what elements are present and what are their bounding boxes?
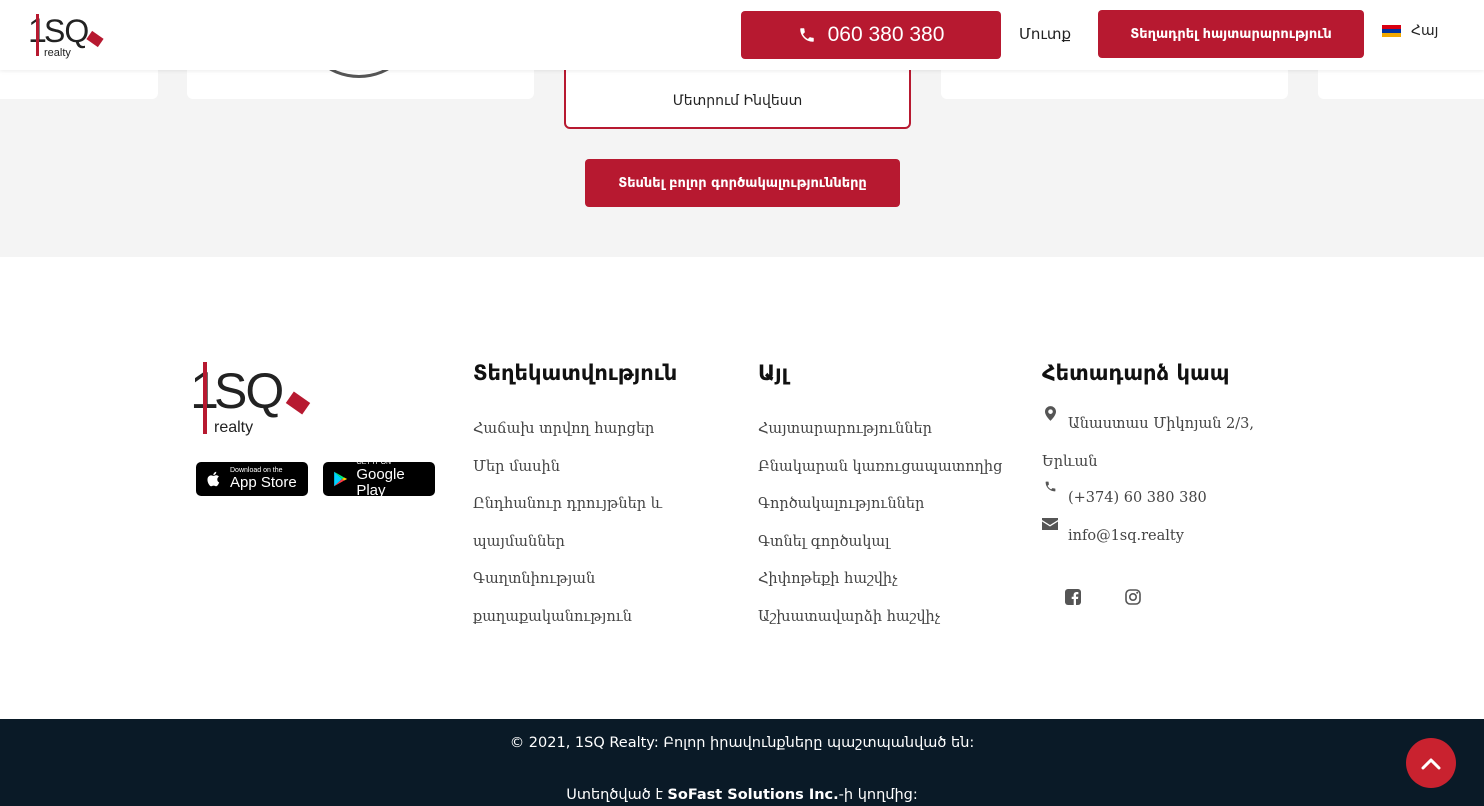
other-links: Հայտարարություններ Բնակարան կառուցապատող… [758,411,1002,636]
contact-email[interactable]: info@1sq.realty [1042,518,1184,556]
find-agent-link[interactable]: Գտնել գործակալ [758,524,1002,562]
made-by-prefix: Ստեղծված է [566,787,668,803]
made-by-company[interactable]: SoFast Solutions Inc. [667,787,838,803]
listings-link[interactable]: Հայտարարություններ [758,411,1002,449]
agencies-link[interactable]: Գործակալություններ [758,486,1002,524]
terms-link-cont[interactable]: պայմաններ [473,524,662,562]
faq-link[interactable]: Հաճախ տրվող հարցեր [473,411,662,449]
phone-icon [799,28,814,42]
other-column-title: Այլ [758,361,789,385]
language-label: Հայ [1411,23,1439,39]
google-play-label: Google Play [356,466,405,499]
logo[interactable]: 1 SQ realty [28,10,108,60]
about-link[interactable]: Մեր մասին [473,449,662,487]
salary-calculator-link[interactable]: Աշխատավարձի հաշվիչ [758,599,1002,637]
phone-number: 060 380 380 [827,23,945,46]
google-play-icon [334,471,348,487]
see-all-agencies-button[interactable]: Տեսնել բոլոր գործակալությունները [585,159,900,207]
map-marker-icon [1042,406,1058,421]
svg-text:SQ: SQ [214,363,282,419]
envelope-icon [1042,518,1058,530]
info-column-title: Տեղեկատվություն [473,361,678,385]
site-header: 1 SQ realty 060 380 380 Մուտք Տեղադրել հ… [0,0,1484,70]
app-store-label: App Store [230,474,297,491]
phone-small-icon [1042,480,1058,493]
info-links: Հաճախ տրվող հարցեր Մեր մասին Ընդհանուր դ… [473,411,662,636]
made-by-suffix: -ի կողմից: [838,787,918,803]
post-ad-button[interactable]: Տեղադրել հայտարարություն [1098,10,1364,58]
made-by: Ստեղծված է SoFast Solutions Inc.-ի կողմի… [0,787,1484,803]
scroll-to-top-button[interactable] [1406,738,1456,788]
copyright: © 2021, 1SQ Realty: Բոլոր իրավունքները պ… [509,735,975,751]
developer-apartments-link[interactable]: Բնակարան կառուցապատողից [758,449,1002,487]
language-selector[interactable]: Հայ [1382,23,1438,39]
contact-phone-text: (+374) 60 380 380 [1068,490,1207,506]
mortgage-calculator-link[interactable]: Հիփոթեքի հաշվիչ [758,561,1002,599]
svg-text:realty: realty [44,47,71,59]
google-play-button[interactable]: GET IT ON Google Play [323,459,435,499]
footer-logo[interactable]: 1 SQ realty [190,358,318,438]
address-line1: Անաստաս Միկոյան 2/3, [1068,416,1254,432]
address: Անաստաս Միկոյան 2/3, Երևան [1042,406,1254,481]
app-store-button[interactable]: Download on the App Store [196,462,308,496]
privacy-link[interactable]: Գաղտնիության [473,561,662,599]
phone-button[interactable]: 060 380 380 [741,11,1001,59]
contact-column-title: Հետադարձ կապ [1042,361,1230,385]
chevron-up-icon [1421,758,1441,770]
apple-icon [207,471,220,487]
svg-text:realty: realty [214,419,253,436]
contact-email-text: info@1sq.realty [1068,528,1184,544]
svg-text:SQ: SQ [44,13,88,49]
login-link[interactable]: Մուտք [1019,25,1071,43]
flag-icon [1382,24,1401,38]
address-line2: Երևան [1042,453,1098,470]
facebook-icon[interactable] [1064,588,1082,606]
bottom-bar: © 2021, 1SQ Realty: Բոլոր իրավունքները պ… [0,719,1484,806]
terms-link[interactable]: Ընդհանուր դրույթներ և [473,486,662,524]
instagram-icon[interactable] [1124,588,1142,606]
privacy-link-cont[interactable]: քաղաքականություն [473,599,662,637]
contact-phone[interactable]: (+374) 60 380 380 [1042,480,1207,518]
agent-name: Մետրում Ինվեստ [672,93,803,109]
